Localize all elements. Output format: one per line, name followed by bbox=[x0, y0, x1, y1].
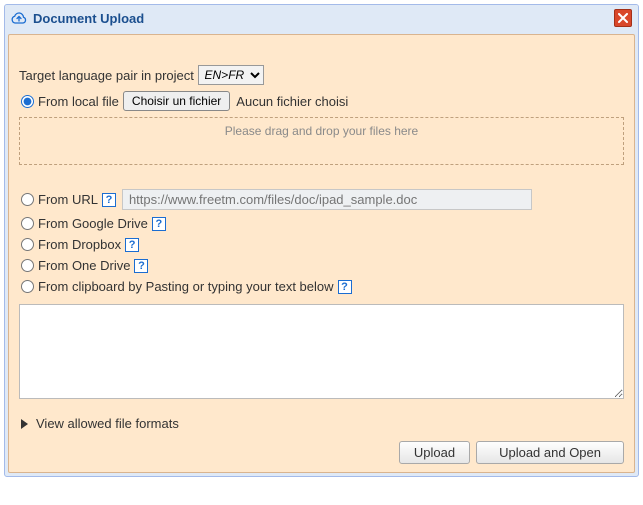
close-icon bbox=[618, 13, 628, 23]
radio-google-drive-label: From Google Drive bbox=[38, 216, 148, 231]
help-icon[interactable]: ? bbox=[152, 217, 166, 231]
help-icon[interactable]: ? bbox=[338, 280, 352, 294]
dialog-body: Target language pair in project EN>FR Fr… bbox=[8, 34, 635, 473]
upload-button[interactable]: Upload bbox=[399, 441, 470, 464]
source-url-row: From URL ? bbox=[19, 189, 624, 210]
upload-and-open-button[interactable]: Upload and Open bbox=[476, 441, 624, 464]
target-language-label: Target language pair in project bbox=[19, 68, 194, 83]
source-local-file-row: From local file Choisir un fichier Aucun… bbox=[19, 91, 624, 111]
radio-local-file-label: From local file bbox=[38, 94, 119, 109]
radio-clipboard-label: From clipboard by Pasting or typing your… bbox=[38, 279, 334, 294]
target-language-row: Target language pair in project EN>FR bbox=[19, 65, 624, 85]
clipboard-textarea[interactable] bbox=[19, 304, 624, 399]
source-google-drive-row: From Google Drive ? bbox=[19, 216, 624, 231]
help-icon[interactable]: ? bbox=[134, 259, 148, 273]
help-icon[interactable]: ? bbox=[102, 193, 116, 207]
titlebar: Document Upload bbox=[5, 5, 638, 31]
radio-one-drive[interactable] bbox=[21, 259, 34, 272]
source-clipboard-row: From clipboard by Pasting or typing your… bbox=[19, 279, 624, 294]
radio-dropbox[interactable] bbox=[21, 238, 34, 251]
radio-clipboard[interactable] bbox=[21, 280, 34, 293]
dialog-footer: Upload Upload and Open bbox=[19, 441, 624, 464]
view-allowed-formats-toggle[interactable]: View allowed file formats bbox=[21, 416, 622, 431]
radio-url-label: From URL bbox=[38, 192, 98, 207]
radio-url[interactable] bbox=[21, 193, 34, 206]
radio-local-file[interactable] bbox=[21, 95, 34, 108]
dropzone-hint: Please drag and drop your files here bbox=[225, 124, 418, 138]
help-icon[interactable]: ? bbox=[125, 238, 139, 252]
dialog-title: Document Upload bbox=[33, 11, 614, 26]
close-button[interactable] bbox=[614, 9, 632, 27]
cloud-upload-icon bbox=[11, 11, 27, 25]
choose-file-button[interactable]: Choisir un fichier bbox=[123, 91, 230, 111]
dropzone[interactable]: Please drag and drop your files here bbox=[19, 117, 624, 165]
radio-google-drive[interactable] bbox=[21, 217, 34, 230]
document-upload-dialog: Document Upload Target language pair in … bbox=[4, 4, 639, 477]
source-one-drive-row: From One Drive ? bbox=[19, 258, 624, 273]
view-allowed-formats-label: View allowed file formats bbox=[36, 416, 179, 431]
url-input[interactable] bbox=[122, 189, 532, 210]
file-chosen-status: Aucun fichier choisi bbox=[236, 94, 348, 109]
source-dropbox-row: From Dropbox ? bbox=[19, 237, 624, 252]
radio-one-drive-label: From One Drive bbox=[38, 258, 130, 273]
radio-dropbox-label: From Dropbox bbox=[38, 237, 121, 252]
target-language-select[interactable]: EN>FR bbox=[198, 65, 264, 85]
caret-right-icon bbox=[21, 419, 28, 429]
